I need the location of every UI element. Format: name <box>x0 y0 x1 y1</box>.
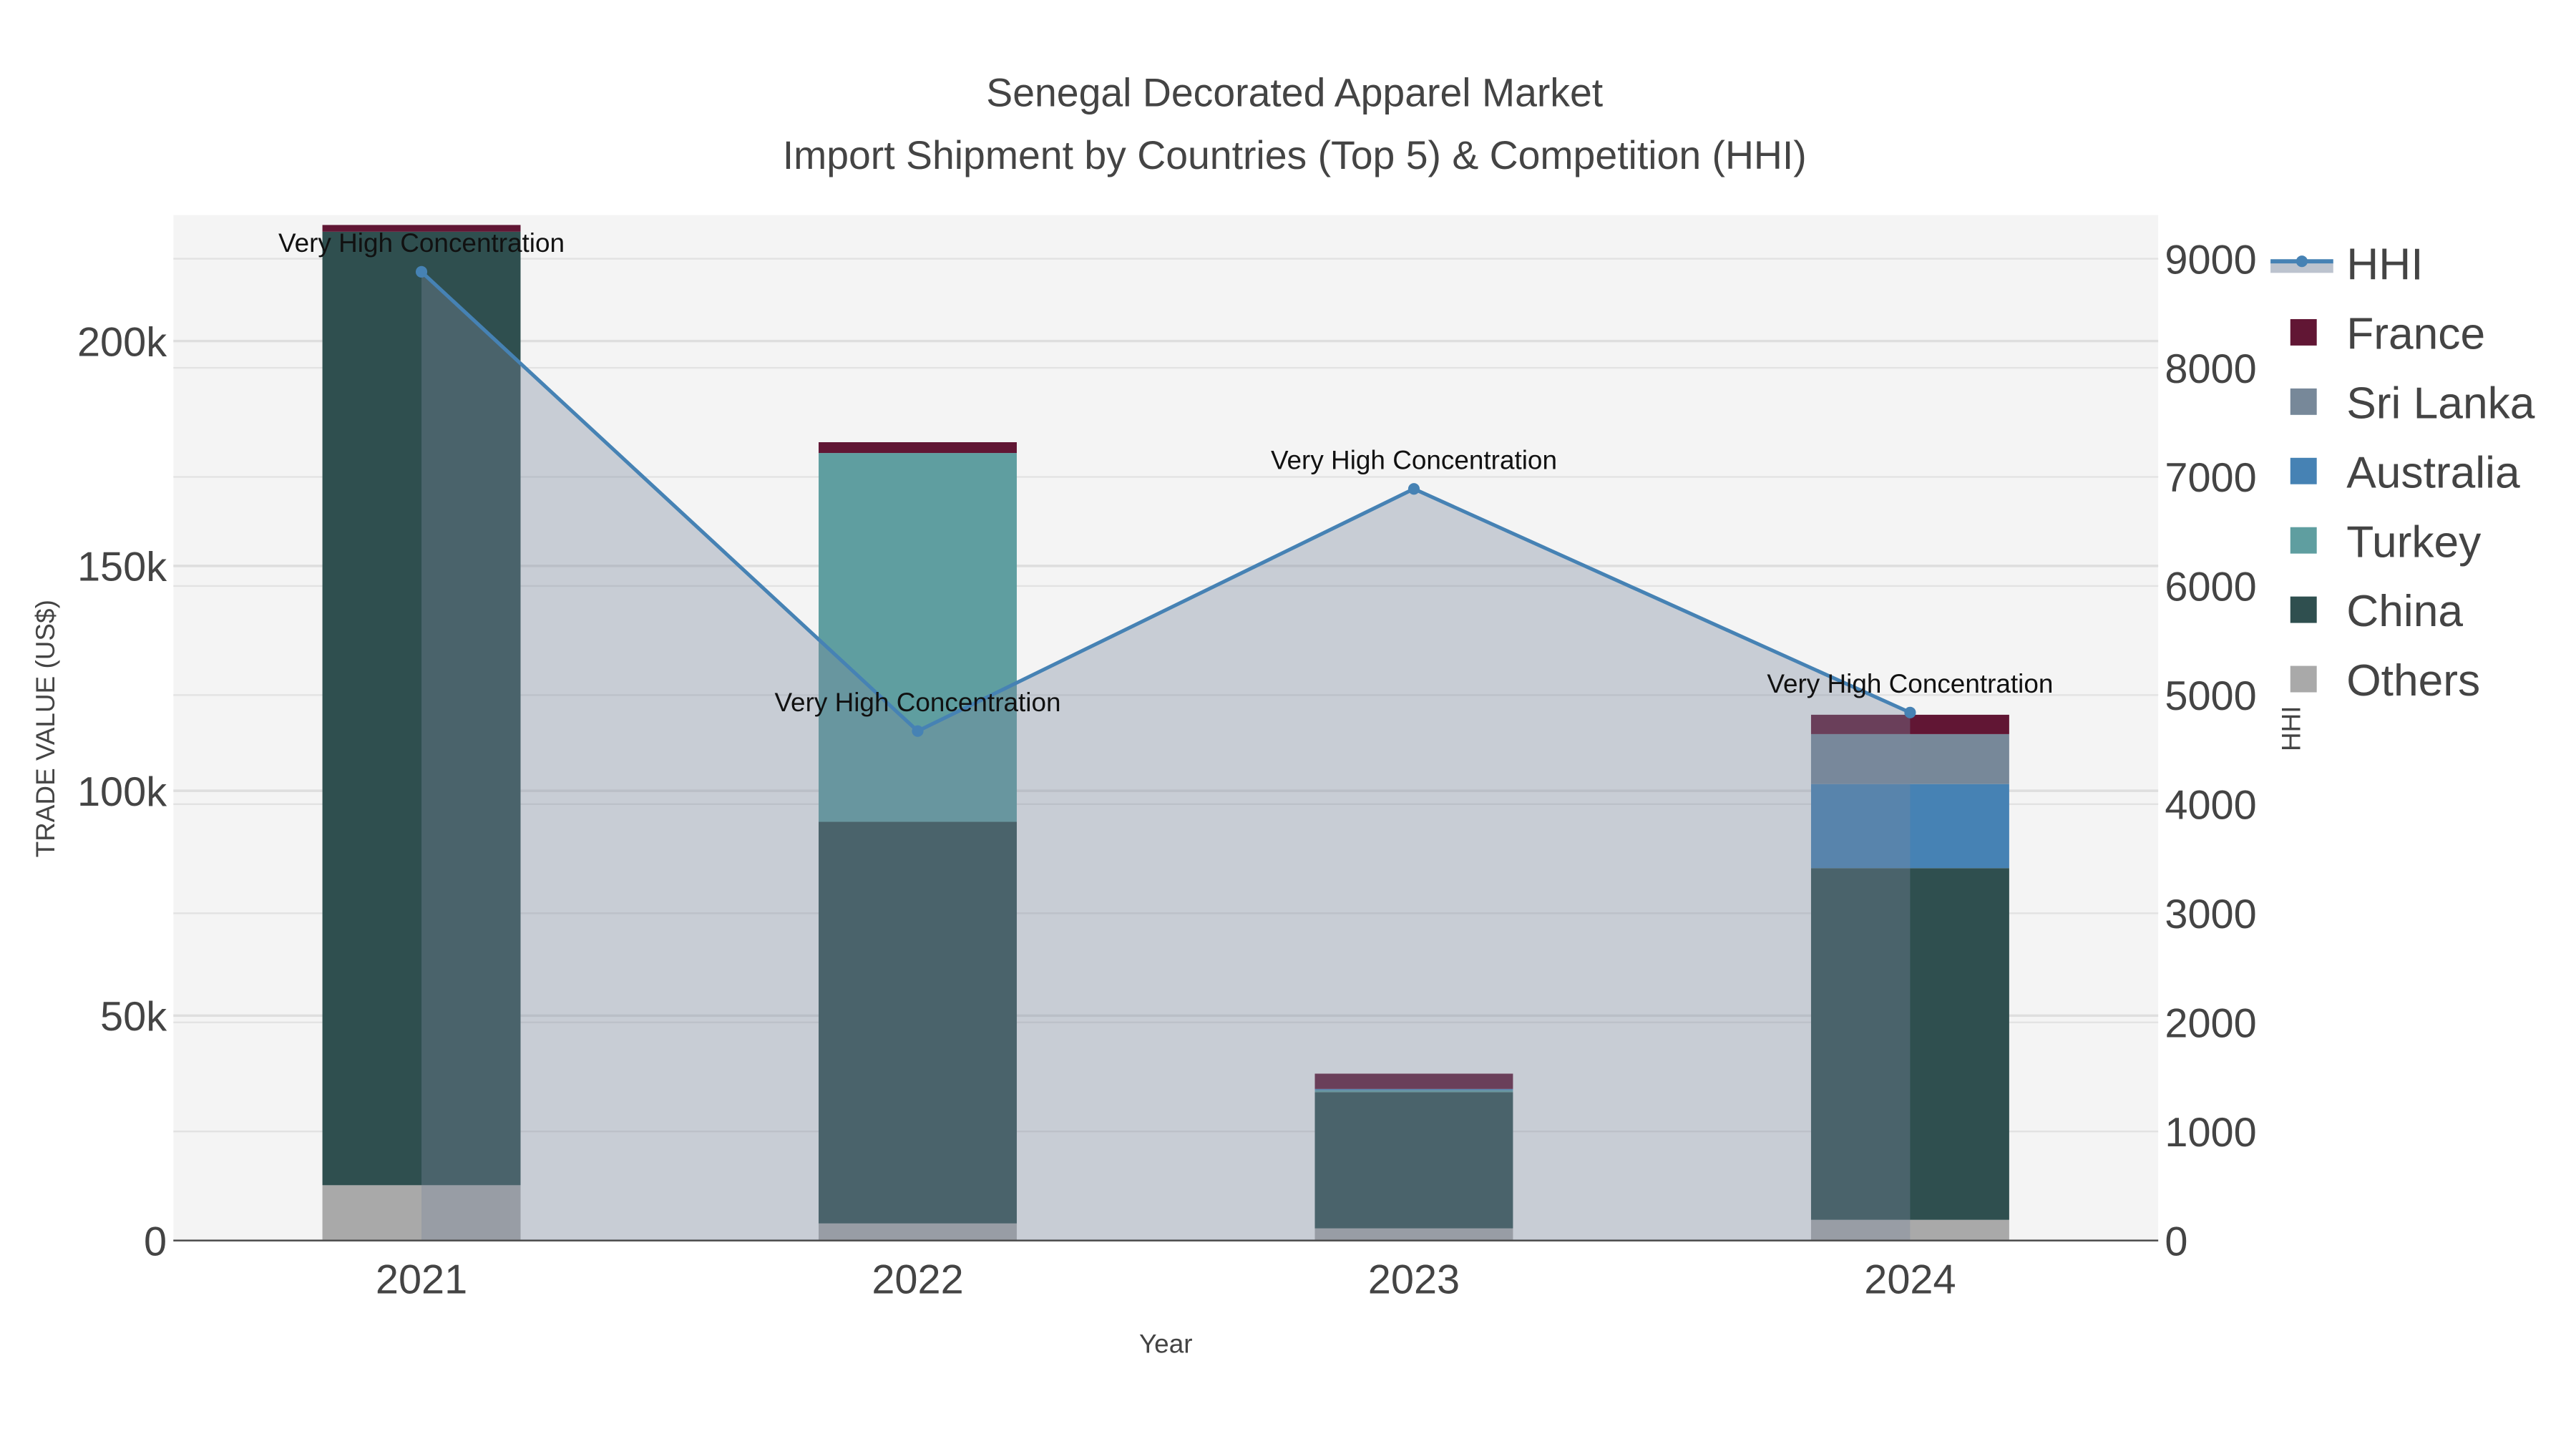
x-tick-label: 2023 <box>1368 1257 1460 1303</box>
y2-tick-label: 6000 <box>2165 565 2256 610</box>
y2-tick-label: 8000 <box>2165 346 2256 392</box>
legend-swatch-turkey <box>2290 527 2317 554</box>
x-axis-title: Year <box>1139 1330 1193 1359</box>
legend-label: Others <box>2346 656 2480 706</box>
y2-tick-label: 3000 <box>2165 892 2256 937</box>
y2-tick-label: 2000 <box>2165 1001 2256 1047</box>
legend-label: Australia <box>2346 448 2520 497</box>
y-tick-label: 150k <box>77 545 167 590</box>
legend-label: China <box>2346 587 2463 636</box>
y-tick-label: 100k <box>77 769 167 815</box>
chart-subtitle: Import Shipment by Countries (Top 5) & C… <box>783 133 1807 177</box>
y2-tick-label: 9000 <box>2165 237 2256 283</box>
hhi-annotation: Very High Concentration <box>774 688 1060 717</box>
legend: HHI France Sri Lanka Australia Turkey China Ot… <box>2270 240 2535 706</box>
legend-label: Turkey <box>2346 517 2482 567</box>
y2-tick-label: 1000 <box>2165 1110 2256 1156</box>
x-tick-label: 2024 <box>1864 1257 1956 1303</box>
hhi-point <box>912 725 924 737</box>
legend-label: HHI <box>2346 240 2423 290</box>
y2-tick-label: 4000 <box>2165 783 2256 829</box>
legend-swatch-sri-lanka <box>2290 388 2317 415</box>
x-tick-label: 2022 <box>872 1257 963 1303</box>
legend-label: Sri Lanka <box>2346 379 2535 428</box>
y-tick-label: 0 <box>144 1219 167 1264</box>
legend-swatch-france <box>2290 318 2317 346</box>
bar-france <box>819 441 1017 454</box>
hhi-point <box>415 265 428 278</box>
hhi-point <box>1407 483 1420 495</box>
y2-tick-label: 7000 <box>2165 455 2256 501</box>
legend-hhi-marker <box>2296 255 2308 268</box>
y2-tick-label: 0 <box>2165 1219 2187 1264</box>
y2-tick-label: 5000 <box>2165 673 2256 719</box>
y-axis-title: TRADE VALUE (US$) <box>31 600 60 857</box>
chart: Very High Concentration Very High Concent… <box>31 70 2535 1359</box>
hhi-point <box>1904 706 1916 718</box>
hhi-annotation: Very High Concentration <box>1767 669 2053 698</box>
x-tick-label: 2021 <box>376 1257 467 1303</box>
legend-swatch-australia <box>2290 457 2317 484</box>
legend-label: France <box>2346 309 2485 358</box>
y2-axis-title: HHI <box>2277 706 2306 751</box>
y-tick-label: 200k <box>77 319 167 365</box>
chart-title: Senegal Decorated Apparel Market <box>986 70 1603 114</box>
y-tick-label: 50k <box>100 994 167 1040</box>
hhi-annotation: Very High Concentration <box>278 228 565 258</box>
legend-swatch-china <box>2290 596 2317 623</box>
hhi-annotation: Very High Concentration <box>1271 446 1557 475</box>
legend-swatch-others <box>2290 665 2317 693</box>
